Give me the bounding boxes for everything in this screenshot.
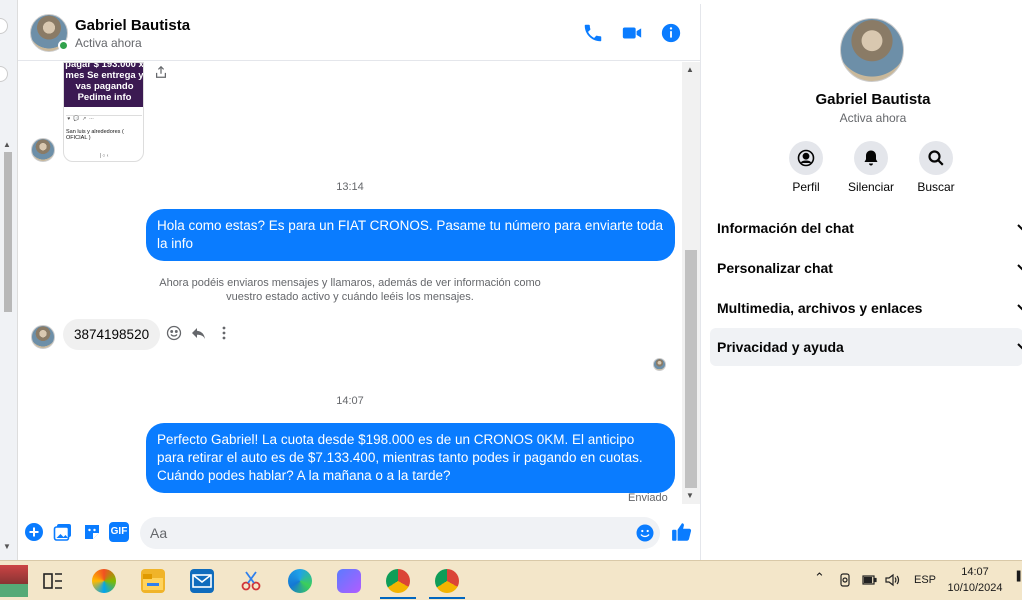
- profile-avatar-large[interactable]: [840, 18, 904, 82]
- profile-icon[interactable]: [789, 141, 823, 175]
- system-clock[interactable]: 14:07 10/10/2024: [938, 564, 1012, 596]
- volume-icon[interactable]: [884, 573, 900, 590]
- chrome-profile-icon[interactable]: [380, 569, 416, 599]
- scroll-down-arrow[interactable]: ▼: [3, 542, 11, 551]
- more-options-icon[interactable]: [216, 325, 232, 341]
- gif-icon[interactable]: GIF: [109, 522, 129, 542]
- message-composer: GIF: [18, 512, 700, 558]
- sidebar-avatar-partial[interactable]: [0, 18, 8, 34]
- file-explorer-icon[interactable]: [141, 569, 165, 593]
- notification-icon[interactable]: ❚: [1014, 569, 1022, 582]
- contact-avatar-small[interactable]: [31, 138, 55, 162]
- shared-image-text: pagar $ 193.000 x mes Se entrega y vas p…: [64, 63, 143, 107]
- meet-icon[interactable]: [838, 573, 852, 590]
- contact-name[interactable]: Gabriel Bautista: [75, 17, 190, 34]
- mute-button[interactable]: Silenciar: [841, 141, 901, 194]
- profile-button[interactable]: Perfil: [776, 141, 836, 194]
- section-privacy-help[interactable]: Privacidad y ayuda: [710, 328, 1022, 366]
- scrollbar-thumb[interactable]: [4, 152, 12, 312]
- plus-circle-icon[interactable]: [24, 522, 44, 542]
- search-label: Buscar: [917, 180, 955, 194]
- contact-status: Activa ahora: [75, 36, 142, 50]
- mail-icon[interactable]: [190, 569, 214, 593]
- profile-label: Perfil: [792, 180, 820, 194]
- outgoing-message[interactable]: Hola como estas? Es para un FIAT CRONOS.…: [146, 209, 675, 261]
- clock-time: 14:07: [961, 566, 989, 578]
- mute-label: Silenciar: [847, 180, 895, 194]
- clock-date: 10/10/2024: [947, 582, 1003, 594]
- section-customize-chat[interactable]: Personalizar chat: [710, 249, 1022, 287]
- scroll-up-arrow[interactable]: ▲: [3, 140, 11, 149]
- share-icon[interactable]: [154, 65, 168, 79]
- language-indicator[interactable]: ESP: [914, 574, 936, 586]
- scroll-down-arrow[interactable]: ▼: [686, 491, 694, 500]
- shared-image-message[interactable]: pagar $ 193.000 x mes Se entrega y vas p…: [63, 62, 144, 162]
- section-label: Información del chat: [717, 220, 854, 236]
- scrollbar-thumb[interactable]: [685, 250, 697, 488]
- section-label: Multimedia, archivos y enlaces: [717, 300, 923, 316]
- reply-icon[interactable]: [191, 325, 207, 341]
- desktop-widget-icon[interactable]: [0, 565, 28, 597]
- edge-browser-icon[interactable]: [288, 569, 312, 593]
- scroll-up-arrow[interactable]: ▲: [686, 65, 694, 74]
- messenger-window: ▲ ▼ Gabriel Bautista Activa ahora pagar …: [0, 0, 1022, 560]
- copilot-icon[interactable]: [92, 569, 116, 593]
- chevron-up-icon[interactable]: ⌃: [814, 570, 825, 586]
- chevron-down-icon: [1017, 224, 1022, 231]
- section-media-files[interactable]: Multimedia, archivos y enlaces: [710, 289, 1022, 327]
- outgoing-message[interactable]: Perfecto Gabriel! La cuota desde $198.00…: [146, 423, 675, 493]
- emoji-icon[interactable]: [636, 524, 654, 542]
- chevron-down-icon: [1017, 264, 1022, 271]
- sticker-icon[interactable]: [82, 522, 102, 542]
- incoming-message[interactable]: 3874198520: [63, 319, 161, 350]
- section-label: Privacidad y ayuda: [717, 339, 844, 355]
- video-call-icon[interactable]: [621, 22, 643, 44]
- chat-info-panel: Gabriel Bautista Activa ahora Perfil Sil…: [700, 4, 1022, 560]
- profile-name: Gabriel Bautista: [815, 91, 931, 108]
- profile-status: Activa ahora: [839, 111, 907, 125]
- copilot-app-icon[interactable]: [337, 569, 361, 593]
- online-status-dot: [58, 40, 69, 51]
- system-notice: Ahora podéis enviaros mensajes y llamaro…: [159, 277, 541, 303]
- chat-header: Gabriel Bautista Activa ahora: [18, 4, 700, 61]
- section-chat-info[interactable]: Información del chat: [710, 209, 1022, 247]
- message-input[interactable]: [140, 517, 660, 549]
- phone-icon[interactable]: [582, 22, 604, 44]
- gallery-icon[interactable]: [53, 522, 73, 542]
- snipping-tool-icon[interactable]: [239, 569, 263, 593]
- chrome-icon[interactable]: [429, 569, 465, 599]
- bell-icon[interactable]: [854, 141, 888, 175]
- chevron-down-icon: [1017, 343, 1022, 350]
- shared-page-name: San luis y alrededores ( OFICIAL ): [66, 129, 124, 141]
- section-label: Personalizar chat: [717, 260, 833, 276]
- timestamp: 14:07: [336, 395, 364, 407]
- info-icon[interactable]: [660, 22, 682, 44]
- chevron-down-icon: [1017, 304, 1022, 311]
- search-icon[interactable]: [919, 141, 953, 175]
- message-list[interactable]: pagar $ 193.000 x mes Se entrega y vas p…: [18, 62, 682, 512]
- search-button[interactable]: Buscar: [906, 141, 966, 194]
- nav-bar-mini: | ○ ‹: [99, 153, 109, 159]
- timestamp: 13:14: [336, 181, 364, 193]
- battery-icon[interactable]: [861, 573, 877, 590]
- sidebar-avatar-partial[interactable]: [0, 66, 8, 82]
- windows-taskbar: ⌃ ESP 14:07 10/10/2024 ❚: [0, 560, 1022, 600]
- message-scrollbar[interactable]: ▲ ▼: [682, 62, 700, 504]
- task-view-icon[interactable]: [41, 569, 65, 593]
- react-emoji-icon[interactable]: [166, 325, 182, 341]
- thumbs-up-icon[interactable]: [671, 521, 693, 543]
- contact-avatar-small[interactable]: [31, 325, 55, 349]
- sent-status: Enviado: [628, 492, 668, 504]
- outer-scrollbar[interactable]: ▲ ▼: [2, 140, 14, 551]
- seen-receipt-avatar: [653, 358, 666, 371]
- post-actions-row: ♥ 💬 ↗ ⋯: [66, 115, 142, 122]
